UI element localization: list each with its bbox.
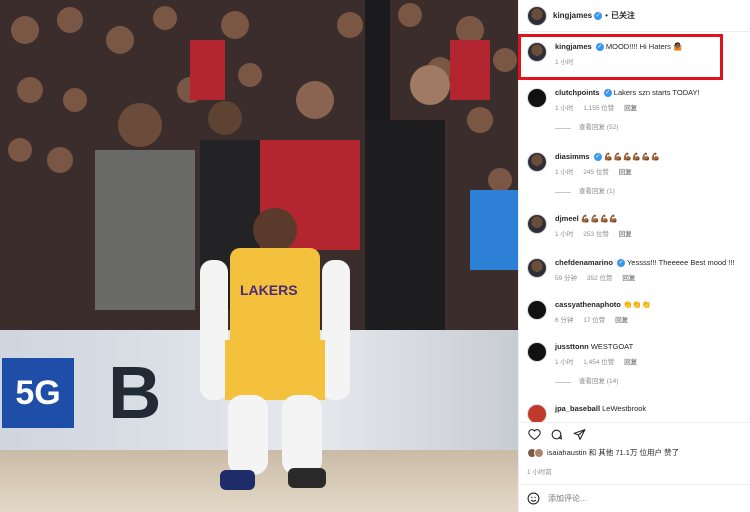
verified-badge-icon: ✓ — [595, 43, 604, 52]
comment-text: MOOD!!!! Hi Haters 🤷🏾 — [605, 42, 683, 51]
comment-text: LeWestbrook — [602, 404, 647, 413]
post-timestamp: 1 小时前 — [527, 469, 552, 476]
comment-username[interactable]: kingjames — [555, 42, 592, 51]
comment-time: 1 小时 — [555, 59, 574, 66]
header-separator: • — [605, 11, 608, 20]
share-icon[interactable] — [573, 428, 586, 441]
comment-likes[interactable]: 253 位赞 — [583, 231, 609, 238]
avatar[interactable] — [527, 258, 547, 278]
comment-item: chefdenamarino ✓ Yessss!!! Theeeee Best … — [527, 258, 745, 284]
verified-badge-icon: ✓ — [603, 89, 612, 98]
avatar[interactable] — [527, 342, 547, 362]
avatar — [534, 447, 544, 458]
verified-badge-icon: ✓ — [593, 153, 602, 162]
reply-button[interactable]: 回复 — [622, 275, 635, 282]
follow-button[interactable]: 已关注 — [611, 10, 635, 21]
comment-likes[interactable]: 352 位赞 — [587, 275, 613, 282]
likes-text: isaiahaustin 和 其他 71.1万 位用户 赞了 — [547, 448, 680, 457]
likes-summary[interactable]: isaiahaustin 和 其他 71.1万 位用户 赞了 — [527, 447, 679, 458]
avatar[interactable] — [527, 300, 547, 320]
player-figure: LAKERS — [200, 208, 350, 490]
comment-text: 💪🏾💪🏾💪🏾💪🏾 — [580, 214, 619, 223]
avatar[interactable] — [527, 5, 547, 26]
comment-time: 1 小时 — [555, 231, 574, 238]
post-photo[interactable]: 5G B LAKERS — [0, 0, 518, 512]
add-comment-bar — [519, 484, 750, 512]
verified-badge-icon: ✓ — [594, 11, 603, 20]
comment-text: 👏👏👏 — [622, 300, 651, 309]
comment-username[interactable]: cassyathenaphoto — [555, 300, 621, 309]
comment-text: WESTGOAT — [590, 342, 634, 351]
comment-time: 1 小时 — [555, 169, 574, 176]
heart-icon[interactable] — [528, 428, 541, 441]
comment-username[interactable]: jpa_baseball — [555, 404, 600, 413]
reply-button[interactable]: 回复 — [619, 231, 632, 238]
comment-time: 6 分钟 — [555, 317, 574, 324]
caption: kingjames ✓ MOOD!!!! Hi Haters 🤷🏾 1 小时 — [527, 42, 745, 68]
comment-username[interactable]: diasimms — [555, 152, 590, 161]
avatar[interactable] — [527, 88, 547, 108]
comment-time: 59 分钟 — [555, 275, 578, 282]
reply-button[interactable]: 回复 — [624, 359, 637, 366]
comment-likes[interactable]: 17 位赞 — [583, 317, 605, 324]
post-header: kingjames ✓ • 已关注 — [519, 0, 750, 32]
comment-text: Yessss!!! Theeeee Best mood !!! — [626, 258, 735, 267]
comment-time: 1 小时 — [555, 105, 574, 112]
view-replies-button[interactable]: 查看回复 (14) — [555, 377, 745, 387]
comment-item: clutchpoints ✓ Lakers szn starts TODAY! … — [527, 88, 745, 133]
svg-text:LAKERS: LAKERS — [240, 282, 298, 298]
avatar[interactable] — [527, 152, 547, 172]
comment-likes[interactable]: 1,155 位赞 — [583, 105, 614, 112]
comment-input[interactable] — [548, 494, 728, 503]
verified-badge-icon: ✓ — [617, 259, 626, 268]
ad-board-logo: 5G — [2, 358, 74, 428]
comment-item: djmeel 💪🏾💪🏾💪🏾💪🏾 1 小时 253 位赞 回复 — [527, 214, 745, 240]
emoji-icon[interactable] — [527, 492, 540, 505]
comment-item: jpa_baseball LeWestbrook — [527, 404, 745, 422]
comment-username[interactable]: clutchpoints — [555, 88, 600, 97]
comment-text: 💪🏾💪🏾💪🏾💪🏾💪🏾💪🏾 — [603, 152, 660, 161]
avatar[interactable] — [527, 42, 547, 62]
comment-username[interactable]: chefdenamarino — [555, 258, 613, 267]
post-side-panel: kingjames ✓ • 已关注 kingjames ✓ MOOD!!!! H… — [518, 0, 750, 512]
view-replies-button[interactable]: 查看回复 (1) — [555, 187, 745, 197]
comment-item: diasimms ✓ 💪🏾💪🏾💪🏾💪🏾💪🏾💪🏾 1 小时 245 位赞 回复 查… — [527, 152, 745, 197]
avatar[interactable] — [527, 214, 547, 234]
reply-button[interactable]: 回复 — [624, 105, 637, 112]
header-username[interactable]: kingjames — [553, 11, 592, 20]
action-bar — [519, 422, 750, 444]
comment-text: Lakers szn starts TODAY! — [613, 88, 700, 97]
comment-list[interactable]: kingjames ✓ MOOD!!!! Hi Haters 🤷🏾 1 小时 c… — [519, 32, 750, 422]
comment-item: cassyathenaphoto 👏👏👏 6 分钟 17 位赞 回复 — [527, 300, 745, 326]
comment-username[interactable]: djmeel — [555, 214, 579, 223]
comment-likes[interactable]: 245 位赞 — [583, 169, 609, 176]
avatar[interactable] — [527, 404, 547, 422]
comment-username[interactable]: jussttonn — [555, 342, 589, 351]
ad-board-text: B — [108, 351, 162, 434]
reply-button[interactable]: 回复 — [619, 169, 632, 176]
comment-item: jussttonn WESTGOAT 1 小时 1,454 位赞 回复 查看回复… — [527, 342, 745, 387]
view-replies-button[interactable]: 查看回复 (52) — [555, 123, 745, 133]
reply-button[interactable]: 回复 — [615, 317, 628, 324]
comment-time: 1 小时 — [555, 359, 574, 366]
comment-likes[interactable]: 1,454 位赞 — [583, 359, 614, 366]
comment-icon[interactable] — [550, 428, 563, 441]
